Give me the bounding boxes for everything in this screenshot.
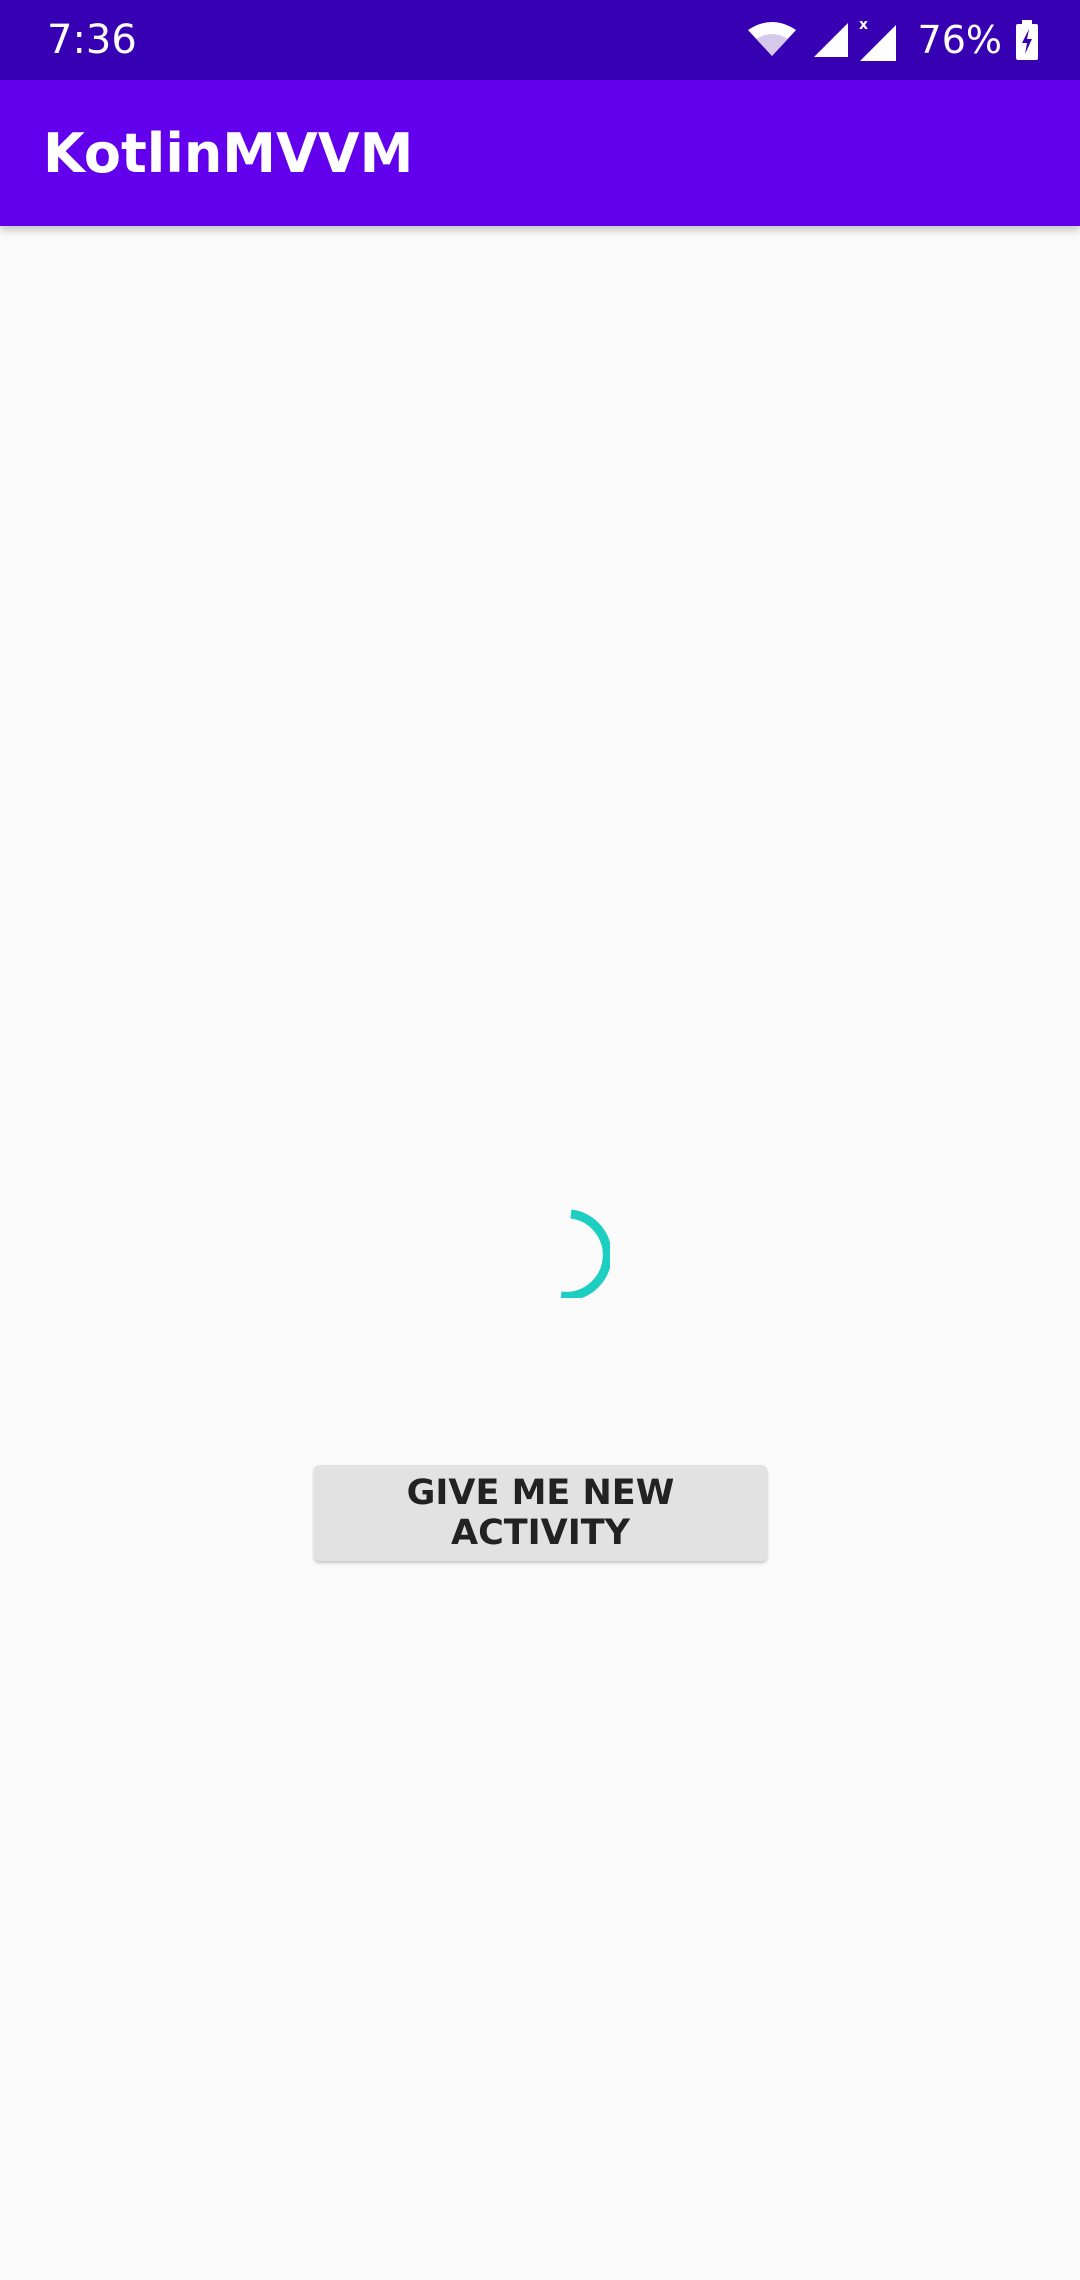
battery-charging-icon xyxy=(1016,20,1038,60)
battery-percent: 76% xyxy=(917,18,1002,62)
signal-icon xyxy=(812,21,850,59)
mobile-data-badge: x xyxy=(859,17,868,33)
signal-no-data-icon: x xyxy=(858,17,898,63)
status-bar: 7:36 x 76% xyxy=(0,0,1080,80)
app-title: KotlinMVVM xyxy=(43,122,414,185)
progress-spinner-icon xyxy=(520,1208,612,1301)
status-icons: x 76% xyxy=(746,14,1038,66)
give-me-new-activity-button[interactable]: GIVE ME NEW ACTIVITY xyxy=(314,1465,767,1561)
app-bar: KotlinMVVM xyxy=(0,80,1080,226)
status-time: 7:36 xyxy=(47,17,137,63)
wifi-icon xyxy=(746,20,798,60)
screen: 7:36 x 76% KotlinMVVM GIVE ME NEW ACTIVI… xyxy=(0,0,1080,2280)
